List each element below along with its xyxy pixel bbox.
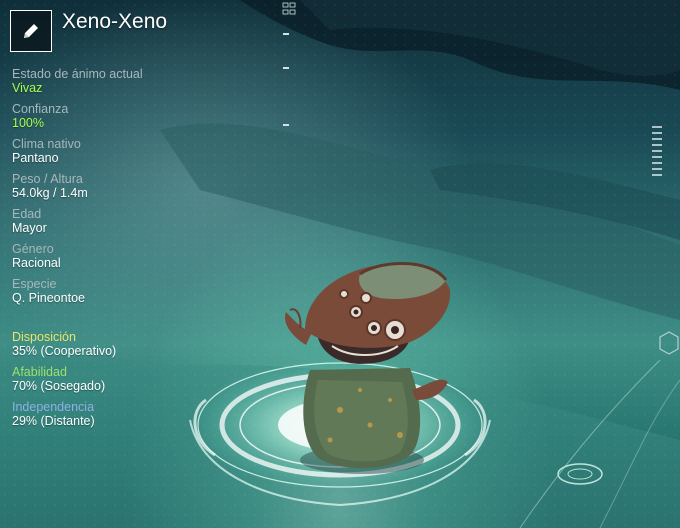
- hud-grid-icon: [282, 2, 296, 15]
- stat-label: Edad: [12, 207, 42, 221]
- stat-trust: Confianza 100%: [12, 102, 212, 131]
- trait-value: 29% (Distante): [12, 414, 95, 428]
- hud-tick-icon: [283, 33, 289, 35]
- trait-label: Afabilidad: [12, 365, 67, 379]
- hud-tick-icon: [283, 67, 289, 69]
- creature-header: Xeno-Xeno: [10, 10, 167, 52]
- creature-stats: Estado de ánimo actual Vivaz Confianza 1…: [12, 67, 212, 312]
- stat-label: Género: [12, 242, 54, 256]
- trait-independence: Independencia 29% (Distante): [12, 400, 232, 429]
- stat-value: Mayor: [12, 221, 47, 235]
- stat-label: Estado de ánimo actual: [12, 67, 143, 81]
- stat-value: 100%: [12, 116, 44, 130]
- trait-affability: Afabilidad 70% (Sosegado): [12, 365, 232, 394]
- stat-gender: Género Racional: [12, 242, 212, 271]
- trait-disposition: Disposición 35% (Cooperativo): [12, 330, 232, 359]
- stat-age: Edad Mayor: [12, 207, 212, 236]
- stat-species: Especie Q. Pineontoe: [12, 277, 212, 306]
- trait-value: 70% (Sosegado): [12, 379, 106, 393]
- stat-value: Q. Pineontoe: [12, 291, 85, 305]
- trait-label: Disposición: [12, 330, 76, 344]
- creature-model: [284, 261, 451, 474]
- stat-weight-height: Peso / Altura 54.0kg / 1.4m: [12, 172, 212, 201]
- stat-label: Confianza: [12, 102, 69, 116]
- hexagon-icon: [659, 331, 679, 355]
- stat-label: Clima nativo: [12, 137, 81, 151]
- creature-name: Xeno-Xeno: [62, 10, 168, 33]
- trait-value: 35% (Cooperativo): [12, 344, 117, 358]
- pencil-icon: [24, 24, 38, 38]
- hud-tick-icon: [283, 124, 289, 126]
- stat-value: 54.0kg / 1.4m: [12, 186, 88, 200]
- creature-traits: Disposición 35% (Cooperativo) Afabilidad…: [12, 330, 232, 435]
- stat-climate: Clima nativo Pantano: [12, 137, 212, 166]
- stat-value: Racional: [12, 256, 61, 270]
- game-scene: Xeno-Xeno Estado de ánimo actual Vivaz C…: [0, 0, 680, 528]
- stat-label: Peso / Altura: [12, 172, 83, 186]
- edit-name-button[interactable]: [10, 10, 52, 52]
- trait-label: Independencia: [12, 400, 95, 414]
- hud-scale-icon: [652, 126, 662, 176]
- stat-mood: Estado de ánimo actual Vivaz: [12, 67, 212, 96]
- stat-value: Vivaz: [12, 81, 43, 95]
- stat-label: Especie: [12, 277, 57, 291]
- stat-value: Pantano: [12, 151, 59, 165]
